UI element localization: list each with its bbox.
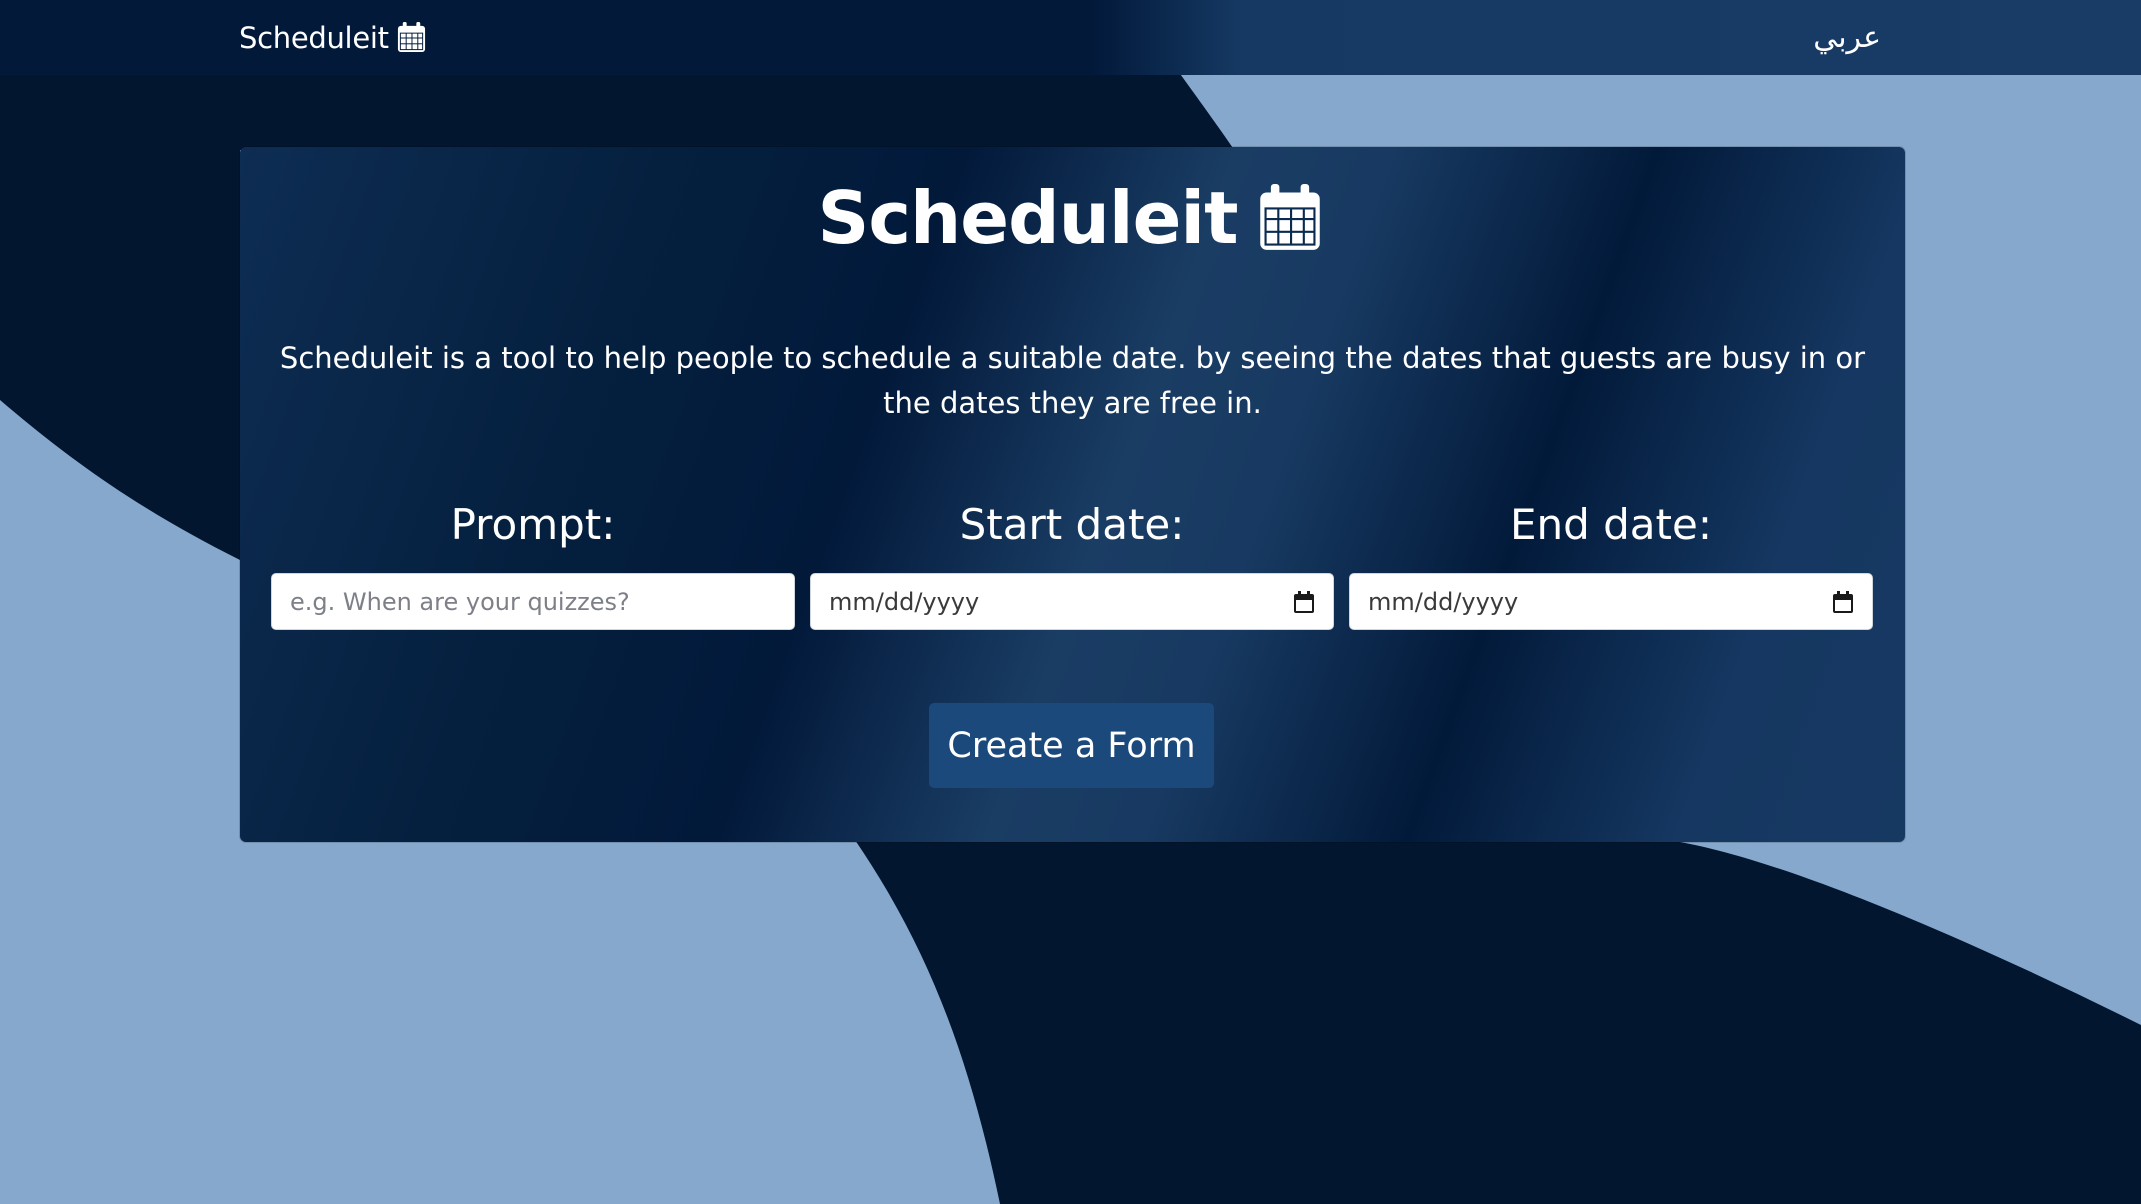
calendar-icon xyxy=(397,22,425,53)
start-date-label: Start date: xyxy=(959,500,1185,549)
prompt-label: Prompt: xyxy=(450,500,616,549)
brand-text: Scheduleit xyxy=(239,20,389,55)
create-form-button[interactable]: Create a Form xyxy=(929,703,1214,788)
brand-link[interactable]: Scheduleit xyxy=(239,0,427,75)
page-title: Scheduleit xyxy=(0,176,2141,260)
calendar-icon[interactable] xyxy=(1293,590,1315,614)
start-date-value: mm/dd/yyyy xyxy=(829,587,980,616)
end-date-input[interactable]: mm/dd/yyyy xyxy=(1349,573,1873,630)
prompt-placeholder: e.g. When are your quizzes? xyxy=(290,587,630,616)
tool-description: Scheduleit is a tool to help people to s… xyxy=(279,341,1866,420)
end-date-label: End date: xyxy=(1509,500,1713,549)
start-date-input[interactable]: mm/dd/yyyy xyxy=(810,573,1334,630)
language-switch-link[interactable]: عربي xyxy=(1813,0,1881,75)
page-title-text: Scheduleit xyxy=(817,176,1238,260)
calendar-icon[interactable] xyxy=(1832,590,1854,614)
top-navbar: Scheduleit عربي xyxy=(0,0,2141,75)
end-date-value: mm/dd/yyyy xyxy=(1368,587,1519,616)
calendar-icon xyxy=(1259,184,1320,250)
prompt-input[interactable]: e.g. When are your quizzes? xyxy=(271,573,795,630)
